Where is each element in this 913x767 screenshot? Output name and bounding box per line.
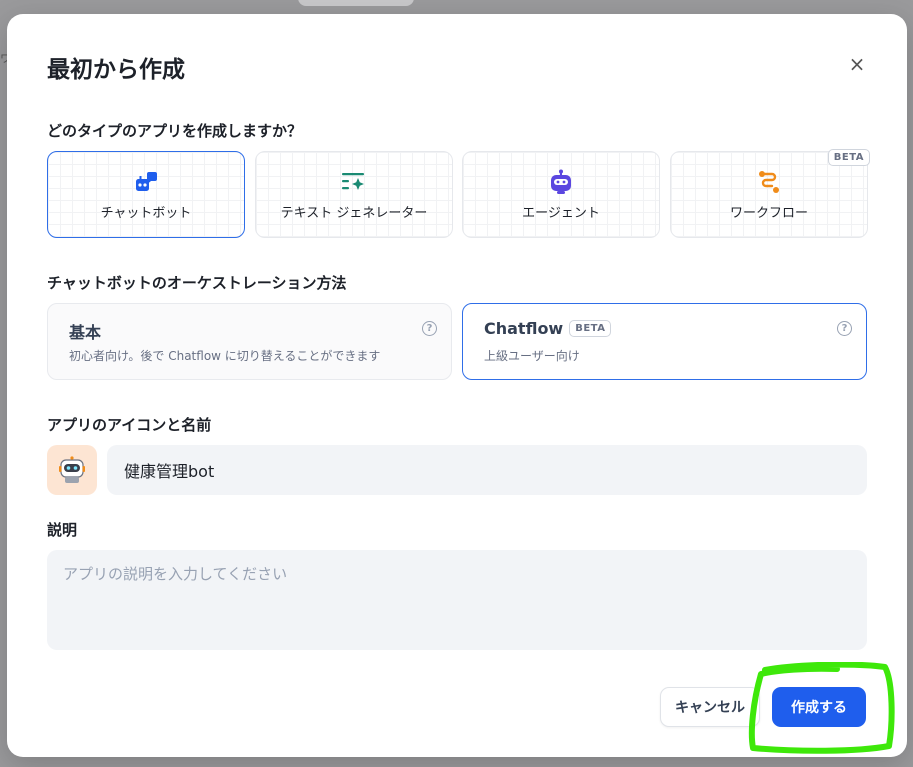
app-identity-label: アプリのアイコンと名前: [47, 416, 212, 434]
cancel-button[interactable]: キャンセル: [660, 687, 760, 727]
chatbot-icon: [132, 168, 160, 196]
app-type-label-chatbot: チャットボット: [100, 206, 192, 221]
orchestration-chatflow-desc: 上級ユーザー向け: [484, 349, 580, 363]
orchestration-basic-desc: 初心者向け。後で Chatflow に切り替えることができます: [69, 349, 381, 363]
orchestration-basic-title: 基本: [69, 319, 101, 343]
create-button[interactable]: 作成する: [772, 687, 866, 727]
background-tab: [298, 0, 414, 6]
orchestration-chatflow-title: Chatflow BETA: [484, 319, 612, 338]
modal-title: 最初から作成: [47, 57, 185, 83]
app-type-workflow[interactable]: BETA ワークフロー: [670, 149, 870, 238]
description-textarea[interactable]: アプリの説明を入力してください: [47, 550, 867, 650]
app-name-input[interactable]: 健康管理bot: [107, 445, 867, 495]
app-avatar-button[interactable]: [47, 445, 97, 495]
create-app-modal: 最初から作成 × どのタイプのアプリを作成しますか？ チャットボット テキスト …: [7, 14, 907, 757]
beta-badge: BETA: [827, 149, 870, 166]
close-button[interactable]: ×: [845, 52, 869, 76]
app-type-label: どのタイプのアプリを作成しますか？: [47, 122, 303, 140]
app-type-text-generator[interactable]: テキスト ジェネレーター: [255, 151, 453, 238]
orchestration-basic-title-text: 基本: [69, 323, 102, 342]
orchestration-label: チャットボットのオーケストレーション方法: [47, 274, 347, 292]
description-label: 説明: [47, 521, 78, 539]
app-type-label-workflow: ワークフロー: [729, 206, 808, 221]
app-type-label-agent: エージェント: [522, 206, 600, 221]
app-type-label-text-generator: テキスト ジェネレーター: [280, 206, 428, 221]
text-generator-icon: [340, 168, 368, 196]
background-text-fragment: ワ: [0, 52, 11, 65]
robot-icon: [59, 456, 85, 483]
orchestration-chatflow-title-text: Chatflow: [484, 319, 564, 338]
app-type-agent[interactable]: エージェント: [462, 151, 660, 238]
orchestration-basic[interactable]: 基本 初心者向け。後で Chatflow に切り替えることができます ?: [47, 303, 452, 380]
close-icon: ×: [848, 52, 866, 76]
workflow-icon: [755, 168, 783, 196]
help-icon[interactable]: ?: [837, 321, 852, 336]
agent-icon: [547, 168, 575, 196]
app-type-chatbot[interactable]: チャットボット: [47, 151, 245, 238]
orchestration-chatflow[interactable]: Chatflow BETA 上級ユーザー向け ?: [462, 303, 867, 380]
beta-badge: BETA: [569, 320, 612, 337]
help-icon[interactable]: ?: [422, 321, 437, 336]
